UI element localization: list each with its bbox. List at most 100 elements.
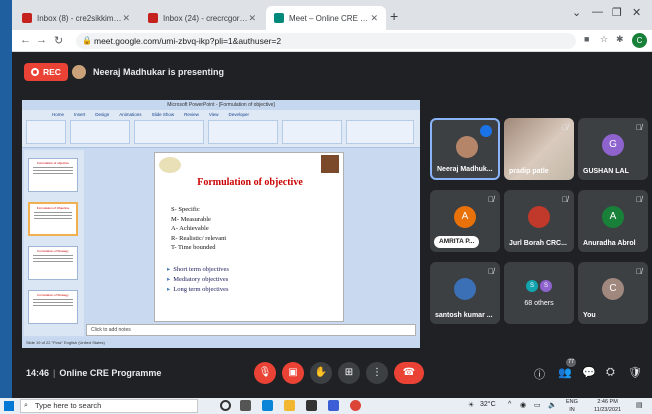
network-icon[interactable]: ◉ [520, 401, 526, 409]
minimize-icon[interactable]: — [592, 6, 603, 18]
meeting-info: 14:46 | Online CRE Programme [26, 368, 162, 378]
raise-hand-button[interactable]: ✋ [310, 362, 332, 384]
pinned-name-chip[interactable]: AMRITA P... [434, 236, 480, 248]
mic-toggle-button[interactable]: 🎙 [254, 362, 276, 384]
file-explorer-icon[interactable] [284, 400, 295, 411]
search-placeholder: Type here to search [35, 401, 102, 410]
info-icon[interactable]: ⓘ [534, 366, 545, 382]
close-window-icon[interactable]: ✕ [632, 6, 641, 19]
maximize-icon[interactable]: ❐ [612, 6, 622, 19]
ribbon-group-paragraph [208, 120, 278, 144]
ribbon-tab[interactable]: Animations [119, 112, 141, 117]
participant-name: Anuradha Abrol [583, 240, 636, 247]
ribbon-tab[interactable]: Review [184, 112, 199, 117]
reload-icon[interactable]: ↻ [54, 34, 63, 47]
ribbon-tab[interactable]: Slide Show [152, 112, 175, 117]
others-tile[interactable]: S S 68 others [504, 262, 574, 324]
ribbon-tab[interactable]: Design [95, 112, 109, 117]
close-icon[interactable]: ✕ [122, 13, 130, 24]
participant-tile[interactable]: G 🎙̸ GUSHAN LAL [578, 118, 648, 180]
taskbar-search[interactable]: ⌕ Type here to search [20, 399, 198, 413]
forward-icon[interactable]: → [36, 34, 47, 46]
tray-chevron-icon[interactable]: ^ [508, 401, 511, 408]
mic-off-icon: 🎙̸ [636, 195, 642, 204]
recording-badge[interactable]: REC [24, 63, 68, 81]
participant-avatar: S [526, 280, 538, 292]
browser-tabstrip: Inbox (8) - cre2sikkim@gmail.co... ✕ Inb… [12, 0, 652, 30]
more-options-button[interactable]: ⋮ [366, 362, 388, 384]
slide-thumbnail[interactable]: Formulation of Strategy [28, 290, 78, 324]
weather-icon[interactable]: ☀ [468, 401, 474, 409]
close-icon[interactable]: ✕ [370, 13, 378, 24]
participant-name: Jurl Borah CRC... [509, 240, 567, 247]
ribbon-tab[interactable]: Home [52, 112, 64, 117]
slide-thumbnail[interactable]: Formulation of Strategy [28, 246, 78, 280]
cortana-icon[interactable] [220, 400, 231, 411]
notes-pane[interactable]: Click to add notes [86, 324, 416, 336]
participant-tile[interactable]: A 🎙̸ AMRITA P... [430, 190, 500, 252]
close-icon[interactable]: ✕ [248, 13, 256, 24]
participant-photo [528, 206, 550, 228]
ppt-ribbon: Home Insert Design Animations Slide Show… [22, 110, 420, 148]
volume-icon[interactable]: 🔈 [548, 401, 557, 409]
lock-icon: 🔒 [82, 36, 92, 45]
windows-start-icon[interactable] [4, 401, 14, 411]
search-icon: ⌕ [24, 402, 28, 409]
profile-avatar[interactable]: C [632, 33, 647, 48]
tab-meet[interactable]: Meet – Online CRE Programme ✕ [266, 6, 386, 30]
camera-toggle-button[interactable]: ▣ [282, 362, 304, 384]
tab-label: Meet – Online CRE Programme [289, 13, 370, 23]
host-controls-icon[interactable]: 🛡 [628, 366, 642, 379]
language-indicator[interactable]: ENG IN [566, 398, 578, 414]
participant-avatar: G [602, 134, 624, 156]
participant-tile[interactable]: 🎙̸ pradip patle [504, 118, 574, 180]
participant-tile[interactable]: A 🎙̸ Anuradha Abrol [578, 190, 648, 252]
back-icon[interactable]: ← [20, 34, 31, 46]
camera-indicator-icon[interactable]: ■ [584, 34, 589, 44]
participant-avatar: A [602, 206, 624, 228]
shared-screen[interactable]: Microsoft PowerPoint - [Formulation of o… [22, 100, 420, 348]
mic-off-icon: 🎙̸ [488, 195, 494, 204]
system-clock[interactable]: 2:46 PM 11/23/2021 [594, 398, 621, 414]
address-bar[interactable]: 🔒 meet.google.com/umi-zbvq-ikp?pli=1&aut… [76, 33, 576, 49]
smart-item: A- Achievable [171, 225, 209, 232]
hang-up-icon: ☎ [402, 367, 416, 378]
participant-name: Neeraj Madhuk... [437, 166, 493, 173]
people-icon[interactable]: 👥 [558, 366, 572, 379]
tab-gmail-2[interactable]: Inbox (24) - crecrcgorakhpur202... ✕ [140, 6, 264, 30]
store-icon[interactable] [306, 400, 317, 411]
battery-icon[interactable]: ▭ [534, 401, 541, 409]
present-icon: ⊞ [344, 367, 354, 378]
star-icon[interactable]: ☆ [600, 34, 608, 45]
leave-call-button[interactable]: ☎ [394, 362, 424, 384]
task-view-icon[interactable] [240, 400, 251, 411]
meet-header: REC Neeraj Madhukar is presenting [12, 52, 652, 94]
meet-icon [274, 13, 284, 23]
ribbon-tab[interactable]: View [209, 112, 219, 117]
participant-tile[interactable]: 🎙̸ Jurl Borah CRC... [504, 190, 574, 252]
mic-off-icon: 🎙̸ [562, 123, 568, 132]
record-icon [31, 68, 39, 76]
chat-icon[interactable]: 💬 [582, 366, 596, 379]
present-button[interactable]: ⊞ [338, 362, 360, 384]
notifications-icon[interactable]: ▤ [636, 401, 643, 409]
ribbon-tab[interactable]: Insert [74, 112, 85, 117]
extensions-icon[interactable]: ✱ [616, 34, 624, 45]
ribbon-tab[interactable]: Developer [229, 112, 250, 117]
self-tile[interactable]: C 🎙̸ You [578, 262, 648, 324]
participant-tile[interactable]: 🎙̸ santosh kumar ... [430, 262, 500, 324]
chrome-icon[interactable] [350, 400, 361, 411]
tab-gmail-1[interactable]: Inbox (8) - cre2sikkim@gmail.co... ✕ [14, 6, 138, 30]
slide-thumbnail-selected[interactable]: Formulation of Objective [28, 202, 78, 236]
activities-icon[interactable]: ⛭ [606, 366, 615, 379]
new-tab-icon[interactable]: + [390, 8, 398, 24]
edge-icon[interactable] [262, 400, 273, 411]
slide-thumbnail[interactable]: Formulation of objective [28, 158, 78, 192]
smart-list: S- Specific M- Measurable A- Achievable … [171, 205, 226, 253]
chevron-down-icon[interactable]: ⌄ [572, 6, 581, 19]
participant-tile[interactable]: Neeraj Madhuk... [430, 118, 500, 180]
current-slide: Formulation of objective S- Specific M- … [154, 152, 344, 322]
mic-off-icon: 🎙̸ [488, 267, 494, 276]
app-icon[interactable] [328, 400, 339, 411]
windows-taskbar: ⌕ Type here to search ☀ 32°C ^ ◉ ▭ 🔈 ENG… [0, 398, 652, 414]
